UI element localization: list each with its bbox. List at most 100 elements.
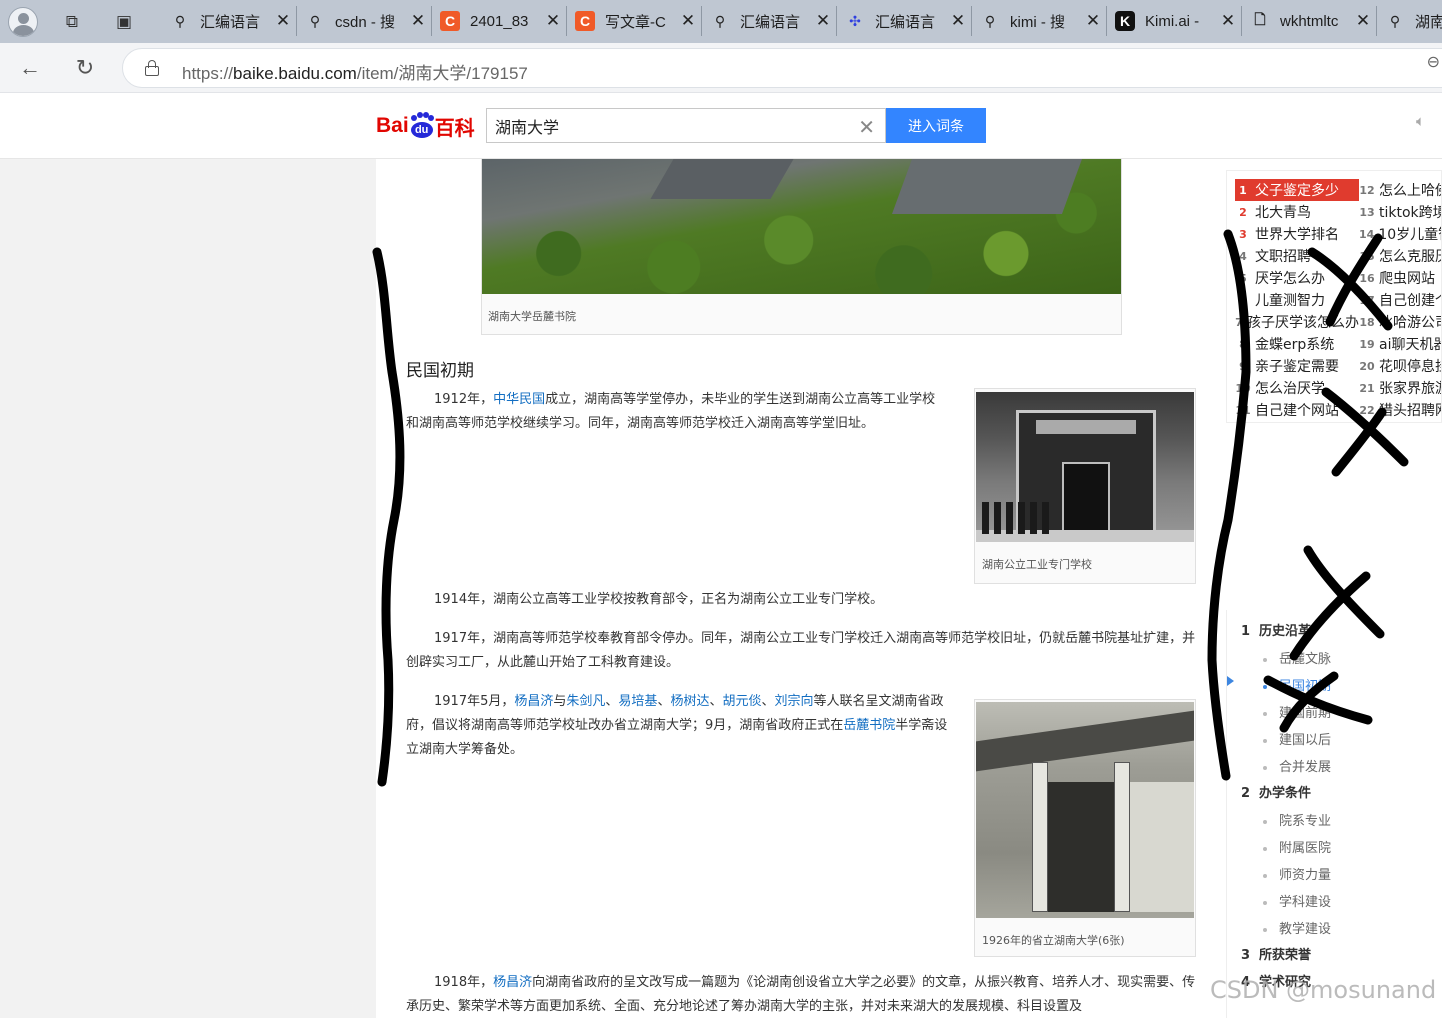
hot-search-item[interactable]: 17 自己创建个 xyxy=(1359,289,1441,311)
hot-search-item[interactable]: 12 怎么上哈佛 xyxy=(1359,179,1441,201)
hot-search-item[interactable]: 6 儿童测智力 xyxy=(1235,289,1359,311)
speaker-icon[interactable]: 🔈︎ xyxy=(1416,113,1425,130)
hot-search-item[interactable]: 20 花呗停息挂 xyxy=(1359,355,1442,377)
toc-subsection[interactable]: 学科建设 xyxy=(1263,891,1331,910)
hot-search-text: 怎么克服厌 xyxy=(1379,249,1442,265)
hot-search-item[interactable]: 4 文职招聘 xyxy=(1235,245,1359,267)
workspaces-icon[interactable]: ⧉ xyxy=(58,8,86,36)
hot-search-item[interactable]: 1 父子鉴定多少 xyxy=(1235,179,1359,201)
clear-icon[interactable]: ✕ xyxy=(858,115,875,140)
hot-rank-number: 12 xyxy=(1359,183,1375,197)
link-yuelu-academy[interactable]: 岳麓书院 xyxy=(843,718,895,733)
link-yi-peiji[interactable]: 易培基 xyxy=(618,694,657,709)
hot-search-text: 张家界旅游 xyxy=(1379,381,1442,397)
close-tab-icon[interactable]: ✕ xyxy=(544,11,562,31)
toc-subsection[interactable]: 岳麓文脉 xyxy=(1263,648,1331,667)
vertical-tabs-icon[interactable]: ▣ xyxy=(110,8,138,36)
toc-subsection[interactable]: 建国以后 xyxy=(1263,729,1331,748)
toc-subsection[interactable]: 教学建设 xyxy=(1263,918,1331,937)
school-gate-photo[interactable] xyxy=(976,392,1194,542)
baidu-baike-logo[interactable]: Bai du 百科 xyxy=(376,109,475,143)
hot-search-item[interactable]: 18 冰哈游公司 xyxy=(1359,311,1441,333)
hot-search-text: 花呗停息挂 xyxy=(1379,359,1442,375)
toc-heading-conditions[interactable]: 2 办学条件 xyxy=(1241,782,1311,801)
hot-search-item[interactable]: 8 金蝶erp系统 xyxy=(1235,333,1359,355)
close-tab-icon[interactable]: ✕ xyxy=(814,11,832,31)
hot-search-item[interactable]: 21 张家界旅游 xyxy=(1359,377,1442,399)
hot-search-item[interactable]: 7 孩子厌学该怎么办 xyxy=(1235,311,1359,333)
close-tab-icon[interactable]: ✕ xyxy=(274,11,292,31)
toc-heading-history[interactable]: 1 历史沿革 xyxy=(1241,620,1311,639)
hot-search-item[interactable]: 3 世界大学排名 xyxy=(1235,223,1359,245)
aerial-photo[interactable] xyxy=(482,159,1121,294)
link-hu-yuantan[interactable]: 胡元倓 xyxy=(722,694,761,709)
zoom-out-icon[interactable]: ⊖ xyxy=(1427,52,1440,72)
browser-tab[interactable]: ⚲ 汇编语言 ✕ xyxy=(162,6,297,36)
hot-search-text: 父子鉴定多少 xyxy=(1255,183,1339,199)
reload-icon[interactable]: ↻ xyxy=(70,53,100,83)
hot-search-item[interactable]: 22 猎头招聘网 xyxy=(1359,399,1441,421)
url-text[interactable]: https://baike.baidu.com/item/湖南大学/179157 xyxy=(182,59,528,84)
toc-subsection[interactable]: 民国初期 xyxy=(1263,675,1331,694)
link-yang-shuda[interactable]: 杨树达 xyxy=(670,694,709,709)
link-yang-changji[interactable]: 杨昌济 xyxy=(493,975,532,990)
hot-search-item[interactable]: 15 怎么克服厌 xyxy=(1359,245,1442,267)
hot-search-item[interactable]: 13 tiktok跨境 xyxy=(1359,201,1441,223)
url-field[interactable]: https://baike.baidu.com/item/湖南大学/179157 xyxy=(122,48,1442,88)
link-yang-changji[interactable]: 杨昌济 xyxy=(514,694,553,709)
browser-tab[interactable]: ⚲ csdn - 搜 ✕ xyxy=(297,6,432,36)
link-zhonghua-minguo[interactable]: 中华民国 xyxy=(493,392,545,407)
browser-tab[interactable]: ⚲ 湖南 xyxy=(1377,6,1442,36)
hot-rank-number: 11 xyxy=(1235,403,1251,417)
toc-subsection[interactable]: 附属医院 xyxy=(1263,837,1331,856)
browser-tab[interactable]: ⚲ 汇编语言 ✕ xyxy=(702,6,837,36)
hot-search-item[interactable]: 5 厌学怎么办 xyxy=(1235,267,1359,289)
close-tab-icon[interactable]: ✕ xyxy=(1219,11,1237,31)
hot-search-item[interactable]: 19 ai聊天机器 xyxy=(1359,333,1441,355)
back-arrow-icon[interactable]: ← xyxy=(15,53,45,83)
search-input[interactable] xyxy=(495,113,845,138)
enter-entry-button[interactable]: 进入词条 xyxy=(886,108,986,143)
hot-search-item[interactable]: 11 自己建个网站 xyxy=(1235,399,1359,421)
close-tab-icon[interactable]: ✕ xyxy=(409,11,427,31)
tab-title: 汇编语言 xyxy=(740,13,801,31)
toc-subsection-label: 学科建设 xyxy=(1279,895,1332,910)
toc-subsection[interactable]: 师资力量 xyxy=(1263,864,1331,883)
profile-avatar-icon[interactable] xyxy=(8,7,38,37)
hot-search-item[interactable]: 10 怎么治厌学 xyxy=(1235,377,1359,399)
figure-caption: 1926年的省立湖南大学(6张) xyxy=(982,934,1125,947)
tab-title: 汇编语言 xyxy=(875,13,936,31)
bullet-dot-icon xyxy=(1263,819,1267,824)
toc-subsection[interactable]: 建国前期 xyxy=(1263,702,1331,721)
figure-yuelu-academy[interactable]: 湖南大学岳麓书院 xyxy=(481,159,1122,335)
toc-subsection[interactable]: 院系专业 xyxy=(1263,810,1331,829)
hot-rank-number: 22 xyxy=(1359,403,1375,417)
hot-rank-number: 17 xyxy=(1359,293,1375,307)
browser-tab[interactable]: C 2401_83 ✕ xyxy=(432,6,567,36)
figure-industrial-school[interactable]: 湖南公立工业专门学校 xyxy=(974,388,1196,584)
hot-search-item[interactable]: 9 亲子鉴定需要 xyxy=(1235,355,1359,377)
figure-hunan-university-1926[interactable]: 1926年的省立湖南大学(6张) xyxy=(974,699,1196,957)
browser-tab[interactable]: C 写文章-C ✕ xyxy=(567,6,702,36)
close-tab-icon[interactable]: ✕ xyxy=(949,11,967,31)
hot-search-text: 怎么治厌学 xyxy=(1255,381,1325,397)
browser-tab[interactable]: K Kimi.ai - ✕ xyxy=(1107,6,1242,36)
browser-tab[interactable]: ✣ 汇编语言 ✕ xyxy=(837,6,972,36)
close-tab-icon[interactable]: ✕ xyxy=(1354,11,1372,31)
toc-subsection[interactable]: 合并发展 xyxy=(1263,756,1331,775)
university-1926-photo[interactable] xyxy=(976,702,1194,918)
close-tab-icon[interactable]: ✕ xyxy=(1084,11,1102,31)
search-icon: ⚲ xyxy=(984,12,996,29)
hot-rank-number: 20 xyxy=(1359,359,1375,373)
hot-search-item[interactable]: 16 爬虫网站 xyxy=(1359,267,1441,289)
link-zhu-jianfan[interactable]: 朱剑凡 xyxy=(566,694,605,709)
close-tab-icon[interactable]: ✕ xyxy=(679,11,697,31)
bullet-dot-icon xyxy=(1263,927,1267,932)
browser-tab[interactable]: ⚲ kimi - 搜 ✕ xyxy=(972,6,1107,36)
lock-icon[interactable] xyxy=(145,60,159,76)
link-liu-zongxiang[interactable]: 刘宗向 xyxy=(775,694,814,709)
hot-search-item[interactable]: 1410岁儿童智 xyxy=(1359,223,1441,245)
toc-heading-honors[interactable]: 3 所获荣誉 xyxy=(1241,944,1311,963)
browser-tab[interactable]: 🗋︎ wkhtmltc ✕ xyxy=(1242,6,1377,36)
hot-search-item[interactable]: 2 北大青鸟 xyxy=(1235,201,1359,223)
